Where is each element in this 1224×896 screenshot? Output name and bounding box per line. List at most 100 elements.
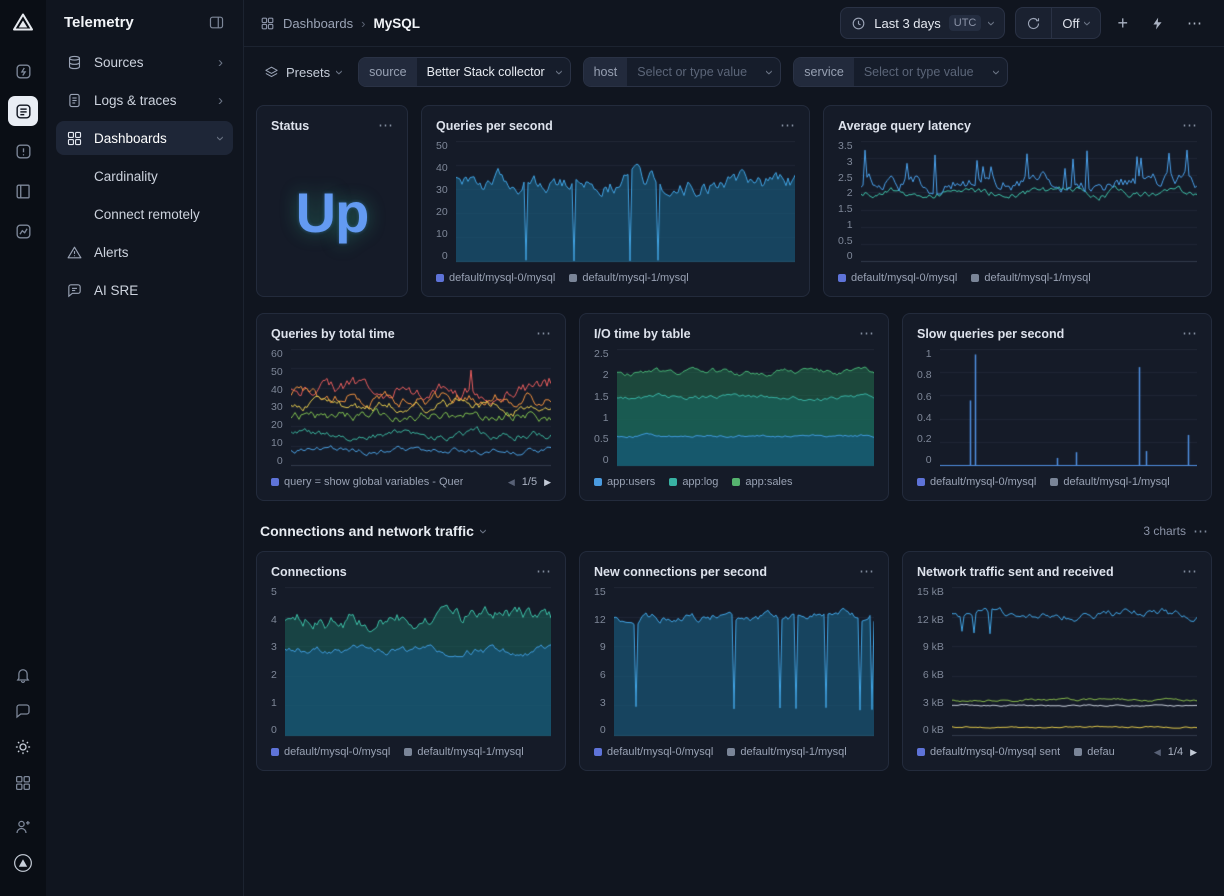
sidebar-item-dashboards[interactable]: Dashboards › (56, 121, 233, 155)
chevron-down-icon[interactable]: › (476, 529, 491, 534)
refresh-button[interactable] (1016, 8, 1051, 38)
card-menu-button[interactable]: ⋯ (536, 564, 551, 579)
host-filter[interactable]: host Select or type value › (583, 57, 782, 87)
dashboard-grid-icon (66, 130, 84, 147)
card-latency: Average query latency⋯3.532.521.510.50de… (823, 105, 1212, 297)
quick-actions-button[interactable] (1144, 12, 1171, 35)
y-axis-tick: 3 (847, 157, 853, 168)
legend-item[interactable]: default/mysql-0/mysql sent (917, 746, 1060, 758)
legend-item[interactable]: app:log (669, 476, 718, 488)
theme-toggle-icon[interactable] (8, 732, 38, 762)
y-axis: 50403020100 (436, 141, 448, 263)
legend-item[interactable]: default/mysql-1/mysql (727, 746, 846, 758)
legend-item[interactable]: defau (1074, 746, 1115, 758)
sidebar-item-cardinality[interactable]: Cardinality (56, 159, 233, 193)
sidebar-item-connect-remotely[interactable]: Connect remotely (56, 197, 233, 231)
workspace-avatar[interactable] (8, 848, 38, 878)
y-axis-tick: 20 (436, 207, 448, 218)
main-area: Dashboards › MySQL Last 3 days UTC › Off… (244, 0, 1224, 896)
latency-chart-canvas[interactable] (861, 141, 1197, 263)
network-chart-canvas[interactable] (952, 587, 1197, 737)
card-qbtt: Queries by total time⋯6050403020100query… (256, 313, 566, 501)
presets-dropdown[interactable]: Presets › (260, 65, 346, 80)
pager-next-icon[interactable]: ▶ (1190, 747, 1197, 758)
legend-label: default/mysql-0/mysql (449, 272, 555, 284)
conn-chart-canvas[interactable] (285, 587, 551, 737)
add-panel-button[interactable]: + (1111, 10, 1134, 36)
legend-item[interactable]: default/mysql-0/mysql (436, 272, 555, 284)
time-range-picker[interactable]: Last 3 days UTC › (840, 7, 1005, 39)
sidebar-item-alerts[interactable]: Alerts (56, 235, 233, 269)
legend-label: default/mysql-1/mysql (1063, 476, 1169, 488)
invite-user-icon[interactable] (8, 812, 38, 842)
rail-logs-icon[interactable] (8, 96, 38, 126)
source-filter-value: Better Stack collector (417, 65, 557, 79)
y-axis-tick: 0.5 (838, 236, 853, 247)
breadcrumb-dashboards[interactable]: Dashboards (283, 16, 353, 31)
legend-item[interactable]: default/mysql-0/mysql (271, 746, 390, 758)
card-menu-button[interactable]: ⋯ (859, 564, 874, 579)
card-menu-button[interactable]: ⋯ (1182, 326, 1197, 341)
sidebar-item-logs-traces[interactable]: Logs & traces › (56, 83, 233, 117)
apps-grid-icon[interactable] (8, 768, 38, 798)
newconn-chart-canvas[interactable] (614, 587, 874, 737)
sidebar-item-label: Alerts (94, 245, 129, 260)
service-filter[interactable]: service Select or type value › (793, 57, 1008, 87)
legend-item[interactable]: default/mysql-1/mysql (971, 272, 1090, 284)
sidebar-item-ai-sre[interactable]: AI SRE (56, 273, 233, 307)
section-header: Connections and network traffic › 3 char… (260, 523, 1208, 539)
rail-docs-icon[interactable] (8, 176, 38, 206)
card-menu-button[interactable]: ⋯ (780, 118, 795, 133)
legend-label: default/mysql-1/mysql (582, 272, 688, 284)
legend-item[interactable]: default/mysql-1/mysql (404, 746, 523, 758)
y-axis-tick: 0.4 (917, 413, 932, 424)
charts-row-1: Status⋯UpQueries per second⋯50403020100d… (256, 105, 1212, 297)
legend-item[interactable]: default/mysql-0/mysql (838, 272, 957, 284)
bell-icon[interactable] (8, 660, 38, 690)
legend-item[interactable]: default/mysql-0/mysql (917, 476, 1036, 488)
y-axis-tick: 15 (594, 587, 606, 598)
card-menu-button[interactable]: ⋯ (1182, 118, 1197, 133)
collapse-sidebar-icon[interactable] (208, 14, 225, 31)
chevron-down-icon: › (762, 70, 777, 75)
card-menu-button[interactable]: ⋯ (378, 118, 393, 133)
refresh-interval-select[interactable]: Off › (1051, 8, 1100, 38)
card-title: Connections (271, 565, 347, 579)
pager-prev-icon[interactable]: ◀ (508, 477, 515, 488)
y-axis-tick: 1 (603, 413, 609, 424)
card-menu-button[interactable]: ⋯ (859, 326, 874, 341)
legend-label: default/mysql-0/mysql (284, 746, 390, 758)
legend-swatch (594, 748, 602, 756)
rail-metrics-icon[interactable] (8, 216, 38, 246)
legend-item[interactable]: default/mysql-0/mysql (594, 746, 713, 758)
card-menu-button[interactable]: ⋯ (1182, 564, 1197, 579)
legend-item[interactable]: query = show global variables - Quer (271, 476, 463, 488)
legend-swatch (404, 748, 412, 756)
dashboard-content: Status⋯UpQueries per second⋯50403020100d… (244, 91, 1224, 896)
card-menu-button[interactable]: ⋯ (536, 326, 551, 341)
topbar: Dashboards › MySQL Last 3 days UTC › Off… (244, 0, 1224, 47)
legend-item[interactable]: default/mysql-1/mysql (569, 272, 688, 284)
y-axis-tick: 20 (271, 420, 283, 431)
io-chart-canvas[interactable] (617, 349, 874, 467)
chart-legend: default/mysql-0/mysql default/mysql-1/mys… (594, 746, 874, 758)
sidebar-item-sources[interactable]: Sources › (56, 45, 233, 79)
legend-item[interactable]: app:sales (732, 476, 792, 488)
pager-prev-icon[interactable]: ◀ (1154, 747, 1161, 758)
pager-next-icon[interactable]: ▶ (544, 477, 551, 488)
legend-item[interactable]: app:users (594, 476, 655, 488)
rail-incidents-icon[interactable] (8, 136, 38, 166)
slow-chart-canvas[interactable] (940, 349, 1197, 467)
y-axis-tick: 0.2 (917, 434, 932, 445)
sidebar-item-label: Cardinality (94, 169, 158, 184)
qps-chart-canvas[interactable] (456, 141, 795, 263)
section-menu-button[interactable]: ⋯ (1193, 524, 1208, 539)
chevron-down-icon: › (984, 21, 999, 26)
legend-item[interactable]: default/mysql-1/mysql (1050, 476, 1169, 488)
source-filter[interactable]: source Better Stack collector › (358, 57, 571, 87)
legend-label: query = show global variables - Quer (284, 476, 463, 488)
rail-sources-icon[interactable] (8, 56, 38, 86)
chat-icon[interactable] (8, 696, 38, 726)
more-options-button[interactable]: ⋯ (1181, 12, 1208, 35)
qbtt-chart-canvas[interactable] (291, 349, 551, 467)
